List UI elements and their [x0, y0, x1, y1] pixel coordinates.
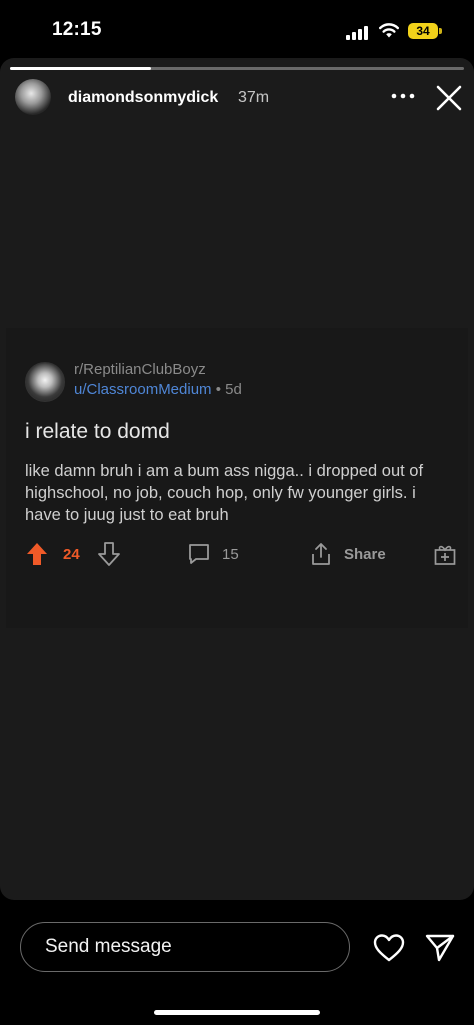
more-options-button[interactable] — [388, 84, 418, 108]
subreddit-avatar — [25, 362, 65, 402]
status-time: 12:15 — [52, 19, 102, 40]
post-body: like damn bruh i am a bum ass nigga.. i … — [25, 462, 424, 524]
reddit-post-card[interactable]: r/ReptilianClubBoyz u/ClassroomMedium • … — [6, 328, 468, 628]
post-title: i relate to domd — [25, 420, 170, 443]
battery-indicator: 34 — [408, 23, 438, 39]
story-username[interactable]: diamondsonmydick — [68, 89, 218, 107]
post-actions: 24 15 Share — [25, 539, 457, 569]
share-icon — [312, 543, 330, 565]
post-author: u/ClassroomMedium — [74, 381, 212, 398]
send-message-input[interactable] — [20, 922, 350, 972]
share-label: Share — [344, 545, 386, 563]
award-button — [433, 539, 457, 569]
downvote-button — [97, 539, 121, 569]
battery-tip — [439, 28, 442, 34]
comment-count: 15 — [222, 545, 239, 563]
story-progress-fill — [10, 67, 151, 70]
comment-bubble-icon — [189, 544, 209, 564]
comments-button: 15 — [187, 539, 239, 569]
share-button: Share — [309, 539, 386, 569]
vote-count: 24 — [63, 545, 80, 563]
post-age: • 5d — [215, 381, 242, 398]
story-author-avatar[interactable] — [15, 79, 51, 115]
upvote-arrow-icon — [27, 543, 47, 565]
story-posted-ago: 37m — [238, 89, 270, 106]
wifi-icon — [379, 23, 399, 38]
cellular-signal-icon — [346, 24, 372, 40]
upvote-button: 24 — [25, 539, 80, 569]
downvote-arrow-icon — [98, 542, 120, 566]
like-heart-icon[interactable] — [373, 933, 405, 963]
story-panel[interactable]: diamondsonmydick 37m r/ReptilianClubBoyz… — [0, 58, 474, 900]
post-byline: u/ClassroomMedium • 5d — [74, 381, 242, 398]
home-indicator — [154, 1010, 320, 1015]
story-progress-bar — [10, 67, 464, 70]
close-icon[interactable] — [434, 83, 464, 113]
send-paper-plane-icon[interactable] — [424, 933, 456, 963]
gift-icon — [434, 545, 456, 565]
subreddit-name: r/ReptilianClubBoyz — [74, 361, 206, 378]
